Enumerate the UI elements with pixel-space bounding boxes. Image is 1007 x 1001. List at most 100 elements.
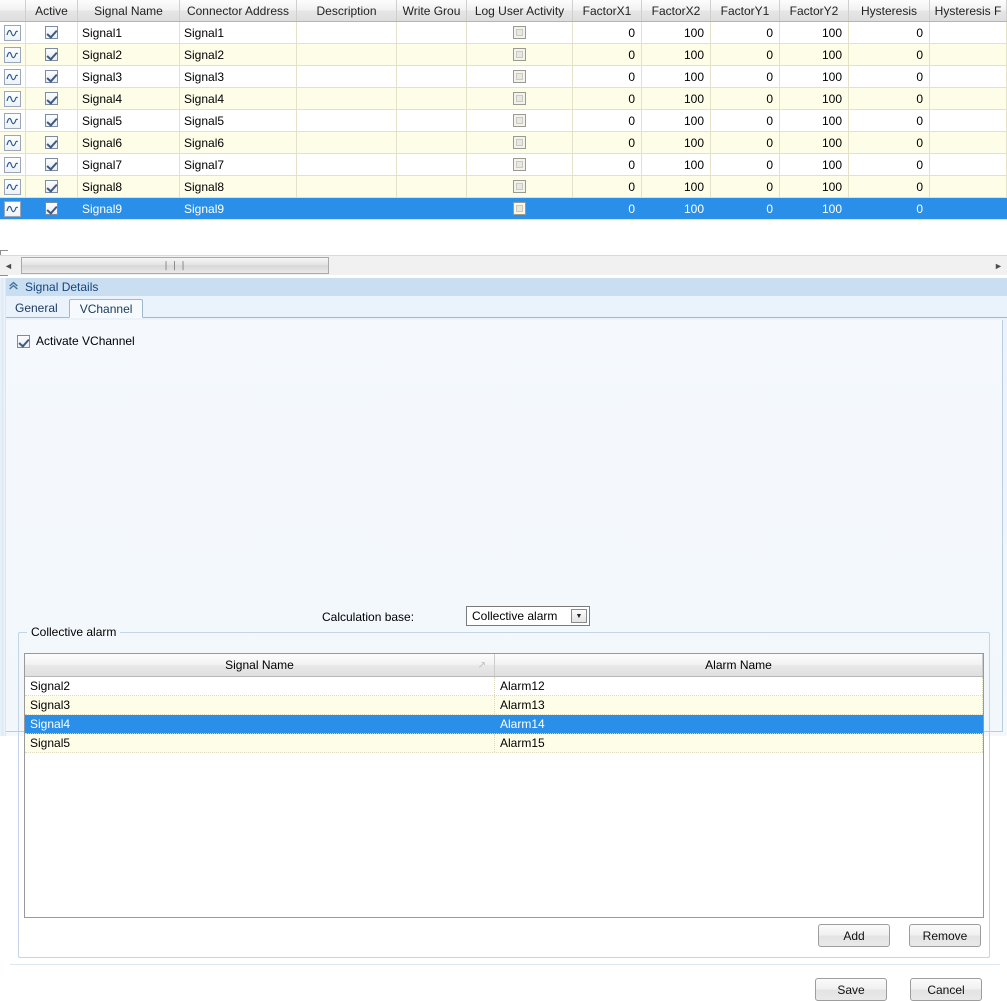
table-row[interactable]: Signal7Signal7010001000 xyxy=(0,154,1007,176)
waveform-icon[interactable] xyxy=(4,201,21,217)
log-user-activity-cell[interactable] xyxy=(467,88,573,109)
active-checkbox-cell[interactable] xyxy=(26,176,78,197)
waveform-icon[interactable] xyxy=(4,157,21,173)
row-icon-cell[interactable] xyxy=(0,198,26,219)
activate-vchannel-checkbox[interactable] xyxy=(17,335,30,348)
log-user-activity-checkbox[interactable] xyxy=(513,70,526,83)
column-header-log_user[interactable]: Log User Activity xyxy=(467,0,573,21)
collapse-chevron-icon[interactable] xyxy=(7,280,19,294)
log-user-activity-checkbox[interactable] xyxy=(513,180,526,193)
column-header-icon[interactable] xyxy=(0,0,26,21)
row-icon-cell[interactable] xyxy=(0,176,26,197)
active-checkbox-cell[interactable] xyxy=(26,66,78,87)
table-row[interactable]: Signal8Signal8010001000 xyxy=(0,176,1007,198)
signal-table-body[interactable]: Signal1Signal1010001000Signal2Signal2010… xyxy=(0,22,1007,220)
column-header-factorx2[interactable]: FactorX2 xyxy=(642,0,711,21)
active-checkbox-cell[interactable] xyxy=(26,44,78,65)
log-user-activity-checkbox[interactable] xyxy=(513,136,526,149)
log-user-activity-cell[interactable] xyxy=(467,110,573,131)
waveform-icon[interactable] xyxy=(4,47,21,63)
activate-vchannel-row[interactable]: Activate VChannel xyxy=(5,330,1002,352)
table-row[interactable]: Signal6Signal6010001000 xyxy=(0,132,1007,154)
table-row[interactable]: Signal9Signal9010001000 xyxy=(0,198,1007,220)
waveform-icon[interactable] xyxy=(4,91,21,107)
log-user-activity-cell[interactable] xyxy=(467,44,573,65)
log-user-activity-checkbox[interactable] xyxy=(513,92,526,105)
active-checkbox[interactable] xyxy=(45,136,58,149)
column-header-active[interactable]: Active xyxy=(26,0,78,21)
active-checkbox-cell[interactable] xyxy=(26,88,78,109)
list-item[interactable]: Signal5Alarm15 xyxy=(25,734,983,753)
cancel-button[interactable]: Cancel xyxy=(910,978,982,1001)
scroll-left-arrow-icon[interactable]: ◄ xyxy=(0,257,17,274)
row-icon-cell[interactable] xyxy=(0,132,26,153)
row-icon-cell[interactable] xyxy=(0,88,26,109)
active-checkbox[interactable] xyxy=(45,158,58,171)
waveform-icon[interactable] xyxy=(4,179,21,195)
signal-details-header[interactable]: Signal Details xyxy=(0,278,1007,296)
log-user-activity-cell[interactable] xyxy=(467,154,573,175)
table-row[interactable]: Signal3Signal3010001000 xyxy=(0,66,1007,88)
remove-button[interactable]: Remove xyxy=(909,924,981,947)
alarm-column-header-alarm_name[interactable]: Alarm Name xyxy=(495,654,983,676)
row-icon-cell[interactable] xyxy=(0,110,26,131)
signal-table[interactable]: ActiveSignal NameConnector AddressDescri… xyxy=(0,0,1007,248)
active-checkbox-cell[interactable] xyxy=(26,132,78,153)
scrollbar-thumb[interactable]: ❘❘❘ xyxy=(21,257,329,274)
active-checkbox-cell[interactable] xyxy=(26,22,78,43)
scrollbar-track[interactable]: ❘❘❘ xyxy=(17,257,990,274)
chevron-down-icon[interactable]: ▼ xyxy=(571,609,587,623)
tab-general[interactable]: General xyxy=(4,298,69,317)
signal-table-hscrollbar[interactable]: ◄ ❘❘❘ ► xyxy=(0,255,1007,275)
log-user-activity-checkbox[interactable] xyxy=(513,202,526,215)
active-checkbox-cell[interactable] xyxy=(26,198,78,219)
active-checkbox[interactable] xyxy=(45,48,58,61)
column-header-hysteresis[interactable]: Hysteresis xyxy=(849,0,930,21)
active-checkbox[interactable] xyxy=(45,26,58,39)
table-row[interactable]: Signal5Signal5010001000 xyxy=(0,110,1007,132)
active-checkbox-cell[interactable] xyxy=(26,110,78,131)
save-button[interactable]: Save xyxy=(815,978,887,1001)
row-icon-cell[interactable] xyxy=(0,66,26,87)
table-row[interactable]: Signal1Signal1010001000 xyxy=(0,22,1007,44)
column-header-factory2[interactable]: FactorY2 xyxy=(780,0,849,21)
list-item[interactable]: Signal2Alarm12 xyxy=(25,677,983,696)
column-header-write_group[interactable]: Write Grou xyxy=(397,0,467,21)
calculation-base-dropdown[interactable]: Collective alarm ▼ xyxy=(466,606,590,626)
active-checkbox[interactable] xyxy=(45,114,58,127)
column-header-factory1[interactable]: FactorY1 xyxy=(711,0,780,21)
active-checkbox[interactable] xyxy=(45,180,58,193)
active-checkbox-cell[interactable] xyxy=(26,154,78,175)
log-user-activity-cell[interactable] xyxy=(467,198,573,219)
alarm-column-header-signal_name[interactable]: Signal Name↗ xyxy=(25,654,495,676)
log-user-activity-checkbox[interactable] xyxy=(513,158,526,171)
collective-alarm-table[interactable]: Signal Name↗Alarm Name Signal2Alarm12Sig… xyxy=(24,653,984,918)
list-item[interactable]: Signal3Alarm13 xyxy=(25,696,983,715)
active-checkbox[interactable] xyxy=(45,70,58,83)
row-icon-cell[interactable] xyxy=(0,44,26,65)
column-header-description[interactable]: Description xyxy=(297,0,397,21)
log-user-activity-checkbox[interactable] xyxy=(513,26,526,39)
waveform-icon[interactable] xyxy=(4,69,21,85)
waveform-icon[interactable] xyxy=(4,25,21,41)
scroll-right-arrow-icon[interactable]: ► xyxy=(990,257,1007,274)
row-icon-cell[interactable] xyxy=(0,22,26,43)
log-user-activity-checkbox[interactable] xyxy=(513,114,526,127)
collective-alarm-table-body[interactable]: Signal2Alarm12Signal3Alarm13Signal4Alarm… xyxy=(25,677,983,753)
add-button[interactable]: Add xyxy=(818,924,890,947)
column-header-factorx1[interactable]: FactorX1 xyxy=(573,0,642,21)
waveform-icon[interactable] xyxy=(4,135,21,151)
active-checkbox[interactable] xyxy=(45,92,58,105)
log-user-activity-cell[interactable] xyxy=(467,132,573,153)
row-icon-cell[interactable] xyxy=(0,154,26,175)
tab-vchannel[interactable]: VChannel xyxy=(69,299,144,318)
list-item[interactable]: Signal4Alarm14 xyxy=(25,715,983,734)
log-user-activity-checkbox[interactable] xyxy=(513,48,526,61)
log-user-activity-cell[interactable] xyxy=(467,176,573,197)
log-user-activity-cell[interactable] xyxy=(467,22,573,43)
active-checkbox[interactable] xyxy=(45,202,58,215)
table-row[interactable]: Signal4Signal4010001000 xyxy=(0,88,1007,110)
column-header-hysteresis_f[interactable]: Hysteresis F xyxy=(930,0,1007,21)
waveform-icon[interactable] xyxy=(4,113,21,129)
column-header-connector[interactable]: Connector Address xyxy=(180,0,297,21)
